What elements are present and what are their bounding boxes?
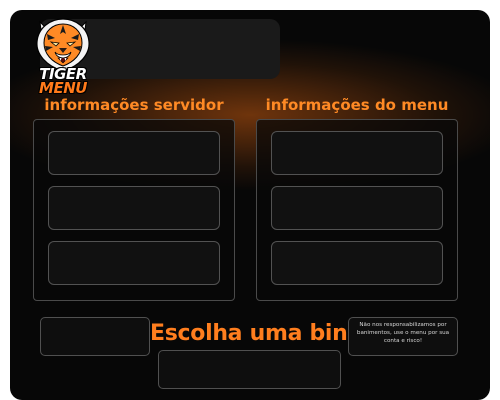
server-info-slot-2[interactable]	[48, 186, 220, 230]
menu-info-slot-2[interactable]	[271, 186, 443, 230]
server-info-title: informações servidor	[44, 96, 224, 114]
menu-window: TIGER MENU informações servidor informaç…	[10, 10, 490, 400]
logo-text-menu: MENU	[39, 79, 87, 97]
bind-key-input[interactable]	[158, 350, 341, 389]
menu-info-slot-3[interactable]	[271, 241, 443, 285]
bottom-left-box[interactable]	[40, 317, 150, 356]
menu-info-slot-1[interactable]	[271, 131, 443, 175]
server-info-slot-3[interactable]	[48, 241, 220, 285]
tiger-menu-logo: TIGER MENU	[28, 16, 98, 100]
bind-title: Escolha uma bind	[150, 321, 363, 346]
disclaimer-box: Não nos responsabilizamos por banimentos…	[348, 317, 458, 356]
menu-info-panel	[256, 119, 458, 301]
server-info-slot-1[interactable]	[48, 131, 220, 175]
menu-info-title: informações do menu	[265, 96, 449, 114]
server-info-panel	[33, 119, 235, 301]
